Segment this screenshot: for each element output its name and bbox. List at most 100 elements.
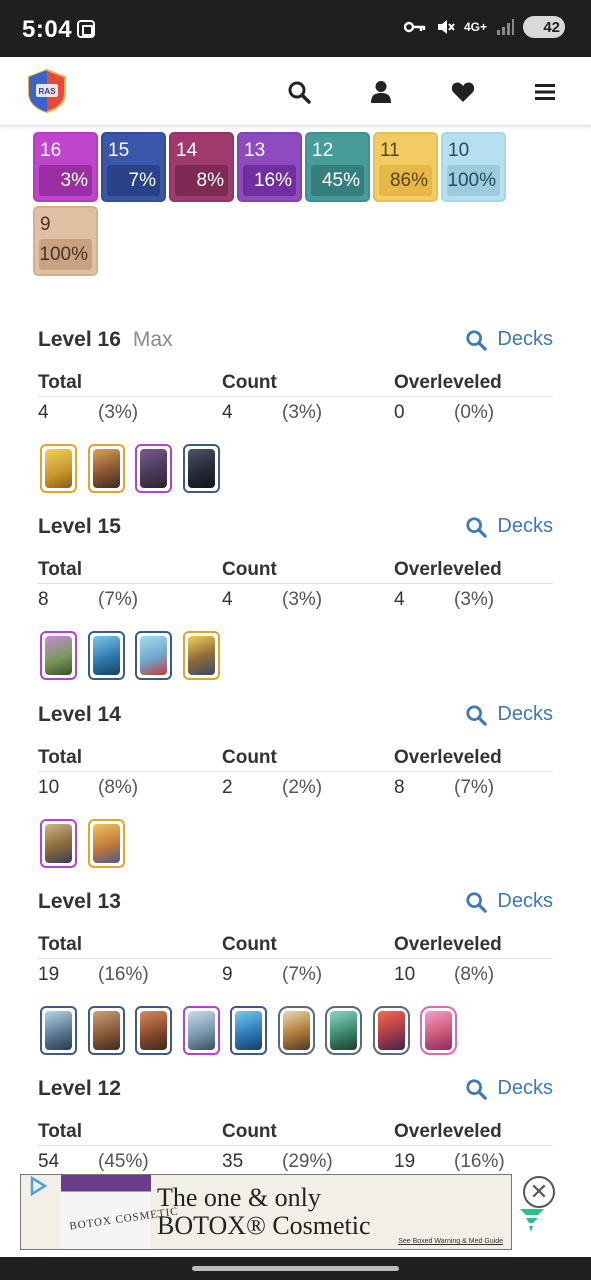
total-header: Total [38,934,82,955]
count-value: 4 [222,589,233,610]
mighty-miner-card[interactable] [87,444,125,493]
valkyrie-card[interactable] [87,1006,125,1055]
golem-card[interactable] [135,444,172,493]
status-icons: 4G+ 42 [403,16,565,38]
search-icon [466,1078,488,1100]
card-art [140,1011,167,1050]
overleveled-header: Overleveled [394,559,502,580]
level-pill-14[interactable]: 14 8% [169,132,234,202]
stats-row: 8 (7%) 4 (3%) 4 (3%) [38,589,553,613]
card-art [187,636,215,675]
total-value: 10 [38,777,60,798]
hog-rider-card[interactable] [135,1006,172,1055]
decks-link[interactable]: Decks [465,890,553,913]
card-art [425,1011,452,1050]
network-type: 4G+ [463,20,487,34]
card-art [377,1011,405,1050]
heart-icon [451,82,475,102]
count-percent: (3%) [282,589,323,610]
card-art [235,1011,262,1050]
card-art [330,1011,357,1050]
ice-wizard-card[interactable] [420,1006,457,1055]
home-gesture-handle[interactable] [192,1266,399,1271]
pill-level: 13 [244,140,266,161]
ad-fine-print[interactable]: See Boxed Warning & Med Guide [398,1238,503,1245]
royal-giant-card[interactable] [372,1006,410,1055]
card-art [45,449,72,488]
pill-percent: 100% [447,165,500,196]
level-pill-13[interactable]: 13 16% [237,132,302,202]
tornado-card[interactable] [182,1006,220,1055]
mute-icon [437,20,455,34]
pill-percent: 100% [39,239,92,270]
golden-knight-card[interactable] [40,444,77,493]
pill-percent: 86% [379,165,432,196]
total-value: 54 [38,1151,60,1172]
card-art [187,449,215,488]
skeletons-card[interactable] [40,1006,77,1055]
level-pill-12[interactable]: 12 45% [305,132,370,202]
system-nav-bar [0,1257,591,1280]
level-pill-11[interactable]: 11 86% [373,132,438,202]
pill-level: 12 [312,140,334,161]
app-header: RAS [0,57,591,125]
close-icon: ✕ [529,1179,549,1204]
pill-level: 10 [448,140,470,161]
section-title: Level 14 [38,703,121,726]
count-percent: (7%) [282,964,323,985]
level-pill-16[interactable]: 16 3% [33,132,98,202]
count-percent: (3%) [282,402,323,423]
stats-header: Total Count Overleveled [38,934,553,959]
decks-label: Decks [497,703,553,725]
decks-link[interactable]: Decks [465,328,553,351]
count-percent: (29%) [282,1151,333,1172]
decks-link[interactable]: Decks [465,703,553,726]
total-percent: (7%) [98,589,139,610]
search-icon [466,516,488,538]
card-art [92,636,120,675]
decks-link[interactable]: Decks [465,515,553,538]
freeze-card[interactable] [87,631,125,680]
total-percent: (45%) [98,1151,149,1172]
decks-label: Decks [497,890,553,912]
menu-button[interactable] [530,77,560,107]
search-button[interactable] [284,77,314,107]
golden-knight-evo-card[interactable] [182,631,220,680]
level-pill-9[interactable]: 9 100% [33,206,98,276]
level-section-level-14: Level 14 Decks Total Count Overleveled 10 (8%)… [38,703,553,878]
electro-spirit-card[interactable] [230,1006,267,1055]
total-percent: (16%) [98,964,149,985]
dark-prince-card[interactable] [182,444,220,493]
total-percent: (3%) [98,402,139,423]
favorites-button[interactable] [448,77,478,107]
overleveled-header: Overleveled [394,372,502,393]
knight-card[interactable] [87,819,125,868]
arrows-card[interactable] [135,631,172,680]
section-title: Level 13 [38,890,121,913]
count-header: Count [222,934,277,955]
ram-rider-card[interactable] [277,1006,315,1055]
ad-banner[interactable]: BOTOX COSMETIC The one & only BOTOX® Cos… [0,1172,591,1257]
card-art [45,1011,72,1050]
ad-creative[interactable]: BOTOX COSMETIC The one & only BOTOX® Cos… [20,1174,512,1250]
site-logo-icon[interactable]: RAS [27,69,67,113]
level-pill-10[interactable]: 10 100% [441,132,506,202]
profile-button[interactable] [366,77,396,107]
card-art [140,636,167,675]
section-title: Level 15 [38,515,121,538]
pill-percent: 8% [175,165,228,196]
decks-label: Decks [497,1077,553,1099]
adchoices-icon[interactable] [28,1176,48,1196]
stats-row: 19 (16%) 9 (7%) 10 (8%) [38,964,553,988]
goblin-machine-card[interactable] [40,631,77,680]
level-pill-15[interactable]: 15 7% [101,132,166,202]
signal-icon [497,19,514,35]
ad-headline-1: The one & only [157,1183,321,1212]
pill-percent: 45% [311,165,364,196]
decks-link[interactable]: Decks [465,1077,553,1100]
search-icon [466,891,488,913]
prince-card[interactable] [40,819,77,868]
goblin-card[interactable] [325,1006,362,1055]
ad-close-button[interactable]: ✕ [523,1176,555,1208]
total-header: Total [38,747,82,768]
